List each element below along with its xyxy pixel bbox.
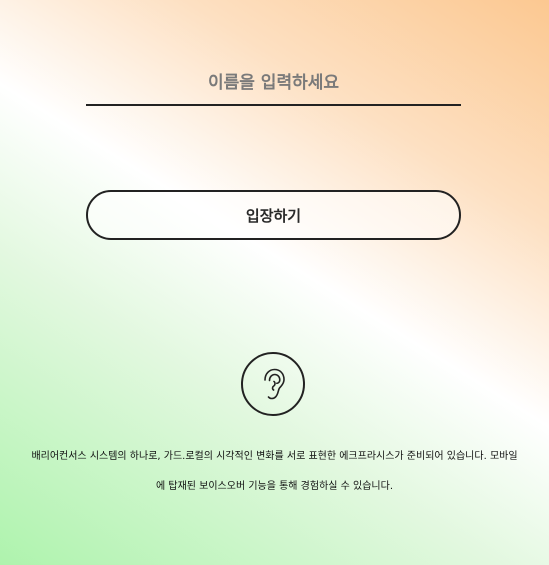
- enter-button[interactable]: 입장하기: [86, 190, 461, 240]
- name-input[interactable]: [86, 62, 461, 106]
- ear-icon: [264, 368, 285, 400]
- description-text: 배리어컨서스 시스템의 하나로, 가드.로컬의 시각적인 변화를 서로 표현한 …: [31, 451, 518, 492]
- voiceover-button[interactable]: [241, 352, 305, 416]
